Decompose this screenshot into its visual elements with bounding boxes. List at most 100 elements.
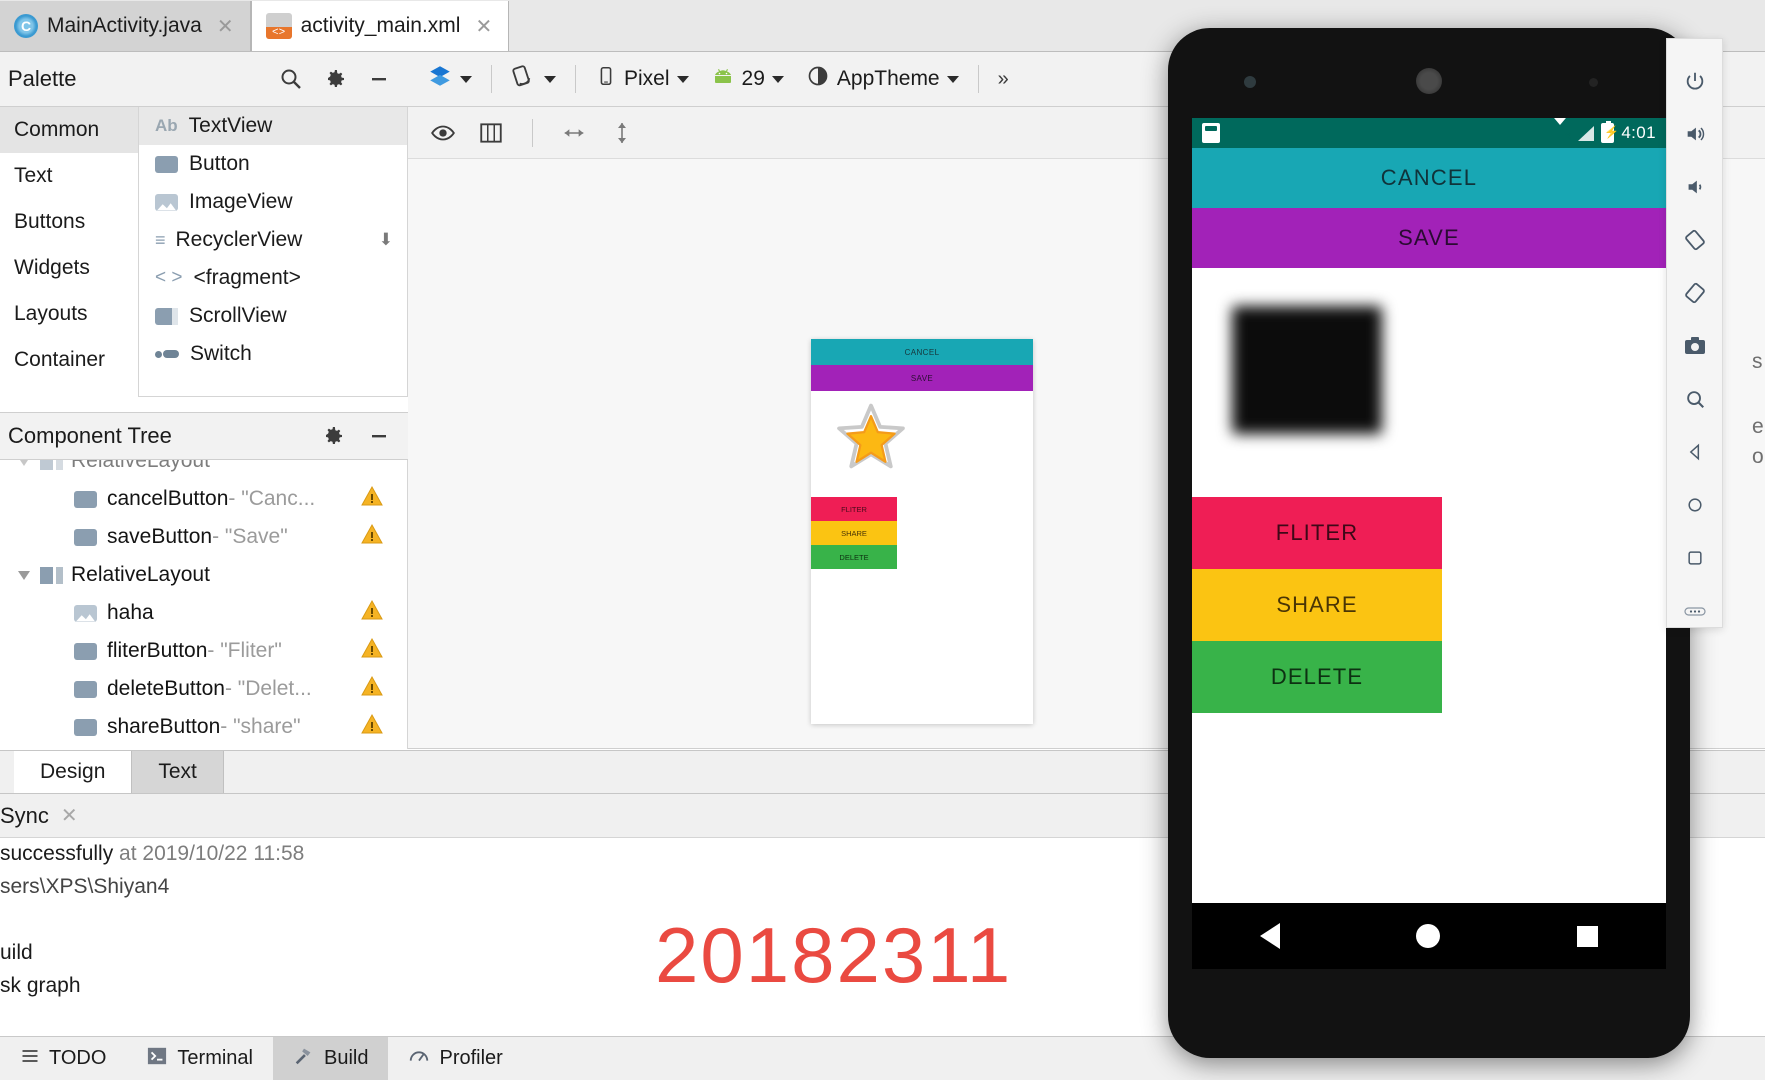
tab-mainactivity-java[interactable]: C MainActivity.java ✕ (0, 1, 251, 51)
rotate-left-icon[interactable] (1678, 224, 1712, 255)
palette-item-recyclerview[interactable]: ≡ RecyclerView ⬇ (139, 221, 407, 259)
volume-up-icon[interactable] (1678, 118, 1712, 149)
background-text: o (1752, 445, 1764, 468)
recents-square-icon[interactable] (1576, 925, 1598, 947)
table-row[interactable]: cancelButton - "Canc... (0, 480, 407, 518)
android-emulator-window[interactable]: ✕ 4:01 CANCEL SAVE FLITER SHARE DELETE (1168, 28, 1723, 1068)
blueprint-columns-icon[interactable] (478, 120, 504, 146)
app-fliter-button[interactable]: FLITER (1192, 497, 1442, 569)
download-icon[interactable]: ⬇ (379, 230, 393, 250)
palette-category-common[interactable]: Common (0, 107, 138, 153)
vertical-resize-icon[interactable] (609, 120, 635, 146)
warning-icon[interactable] (359, 712, 385, 742)
orientation-button[interactable] (502, 58, 565, 100)
status-item-build[interactable]: Build (273, 1037, 389, 1080)
palette-item-imageview[interactable]: ImageView (139, 183, 407, 221)
zoom-icon[interactable] (1678, 384, 1712, 415)
preview-delete-button[interactable]: DELETE (811, 545, 897, 569)
search-icon[interactable] (278, 66, 304, 92)
chevron-down-icon (946, 75, 959, 83)
preview-share-button[interactable]: SHARE (811, 521, 897, 545)
preview-save-button[interactable]: SAVE (811, 365, 1033, 391)
volume-down-icon[interactable] (1678, 171, 1712, 202)
eye-icon[interactable] (430, 120, 456, 146)
close-icon[interactable]: ✕ (217, 14, 234, 39)
status-item-todo[interactable]: TODO (0, 1037, 126, 1080)
app-delete-button[interactable]: DELETE (1192, 641, 1442, 713)
horizontal-resize-icon[interactable] (561, 120, 587, 146)
chevron-down-icon (544, 75, 556, 83)
power-icon[interactable] (1678, 65, 1712, 96)
toolbar-separator (977, 65, 979, 93)
palette-item-switch[interactable]: Switch (139, 335, 407, 373)
layout-preview[interactable]: CANCEL SAVE FLITER SHARE DELETE (811, 339, 1033, 724)
table-row[interactable]: shareButton - "share" (0, 708, 407, 746)
button-icon (155, 155, 178, 173)
status-clock: 4:01 (1621, 123, 1656, 142)
table-row[interactable]: fliterButton - "Fliter" (0, 632, 407, 670)
back-triangle-icon[interactable] (1260, 923, 1281, 949)
table-row[interactable]: haha (0, 594, 407, 632)
table-row[interactable]: saveButton - "Save" (0, 518, 407, 556)
layout-icon (40, 566, 63, 584)
category-label: Text (14, 164, 53, 187)
tab-text[interactable]: Text (131, 751, 224, 793)
theme-selector[interactable]: AppTheme (797, 59, 968, 99)
back-icon[interactable] (1678, 437, 1712, 468)
toolbar-overflow-button[interactable]: » (989, 63, 1018, 96)
palette-category-container[interactable]: Container (0, 337, 138, 383)
minimize-icon[interactable] (366, 423, 392, 449)
button-icon (74, 490, 97, 508)
table-row[interactable]: RelativeLayout (0, 556, 407, 594)
api-level-selector[interactable]: 29 (702, 61, 793, 97)
close-icon[interactable]: ✕ (475, 14, 492, 39)
close-icon[interactable]: ✕ (61, 803, 78, 828)
warning-icon[interactable] (359, 484, 385, 514)
chevron-down-icon[interactable] (18, 570, 30, 580)
palette-item-button[interactable]: Button (139, 145, 407, 183)
more-icon[interactable] (1678, 596, 1712, 627)
warning-icon[interactable] (359, 598, 385, 628)
warning-icon[interactable] (359, 522, 385, 552)
preview-cancel-button[interactable]: CANCEL (811, 339, 1033, 365)
chevron-down-icon[interactable] (18, 460, 30, 466)
component-tree[interactable]: RelativeLayout cancelButton - "Canc... s… (0, 460, 408, 749)
palette-category-text[interactable]: Text (0, 153, 138, 199)
status-item-profiler[interactable]: Profiler (388, 1037, 522, 1080)
warning-icon[interactable] (359, 674, 385, 704)
tree-node-label: haha (107, 601, 154, 624)
table-row[interactable]: deleteButton - "Delet... (0, 670, 407, 708)
layout-variant-button[interactable] (418, 58, 481, 100)
home-icon[interactable] (1678, 490, 1712, 521)
app-share-button[interactable]: SHARE (1192, 569, 1442, 641)
rotate-right-icon[interactable] (1678, 277, 1712, 308)
palette-category-buttons[interactable]: Buttons (0, 199, 138, 245)
gear-icon[interactable] (322, 66, 348, 92)
overview-icon[interactable] (1678, 543, 1712, 574)
category-label: Layouts (14, 302, 88, 325)
table-row[interactable]: RelativeLayout (0, 460, 407, 480)
palette-item-fragment[interactable]: < > <fragment> (139, 259, 407, 297)
palette-item-scrollview[interactable]: ScrollView (139, 297, 407, 335)
palette-item-textview[interactable]: Ab TextView (139, 107, 407, 145)
app-cancel-button[interactable]: CANCEL (1192, 148, 1666, 208)
screenshot-camera-icon[interactable] (1678, 330, 1712, 361)
gear-icon[interactable] (320, 423, 346, 449)
tree-node-label: RelativeLayout (71, 563, 210, 586)
star-image[interactable] (833, 401, 909, 477)
device-selector[interactable]: Pixel (586, 60, 698, 98)
palette-category-widgets[interactable]: Widgets (0, 245, 138, 291)
minimize-icon[interactable] (366, 66, 392, 92)
sync-tab-label[interactable]: Sync (0, 803, 49, 829)
app-image-view[interactable] (1232, 306, 1382, 434)
phone-screen[interactable]: ✕ 4:01 CANCEL SAVE FLITER SHARE DELETE (1192, 118, 1666, 903)
status-item-terminal[interactable]: Terminal (126, 1037, 273, 1080)
warning-icon[interactable] (359, 636, 385, 666)
tab-design[interactable]: Design (14, 751, 132, 793)
tab-activity-main-xml[interactable]: activity_main.xml ✕ (250, 1, 510, 51)
list-icon (20, 1046, 40, 1072)
palette-category-layouts[interactable]: Layouts (0, 291, 138, 337)
preview-fliter-button[interactable]: FLITER (811, 497, 897, 521)
app-save-button[interactable]: SAVE (1192, 208, 1666, 268)
home-circle-icon[interactable] (1416, 924, 1441, 948)
